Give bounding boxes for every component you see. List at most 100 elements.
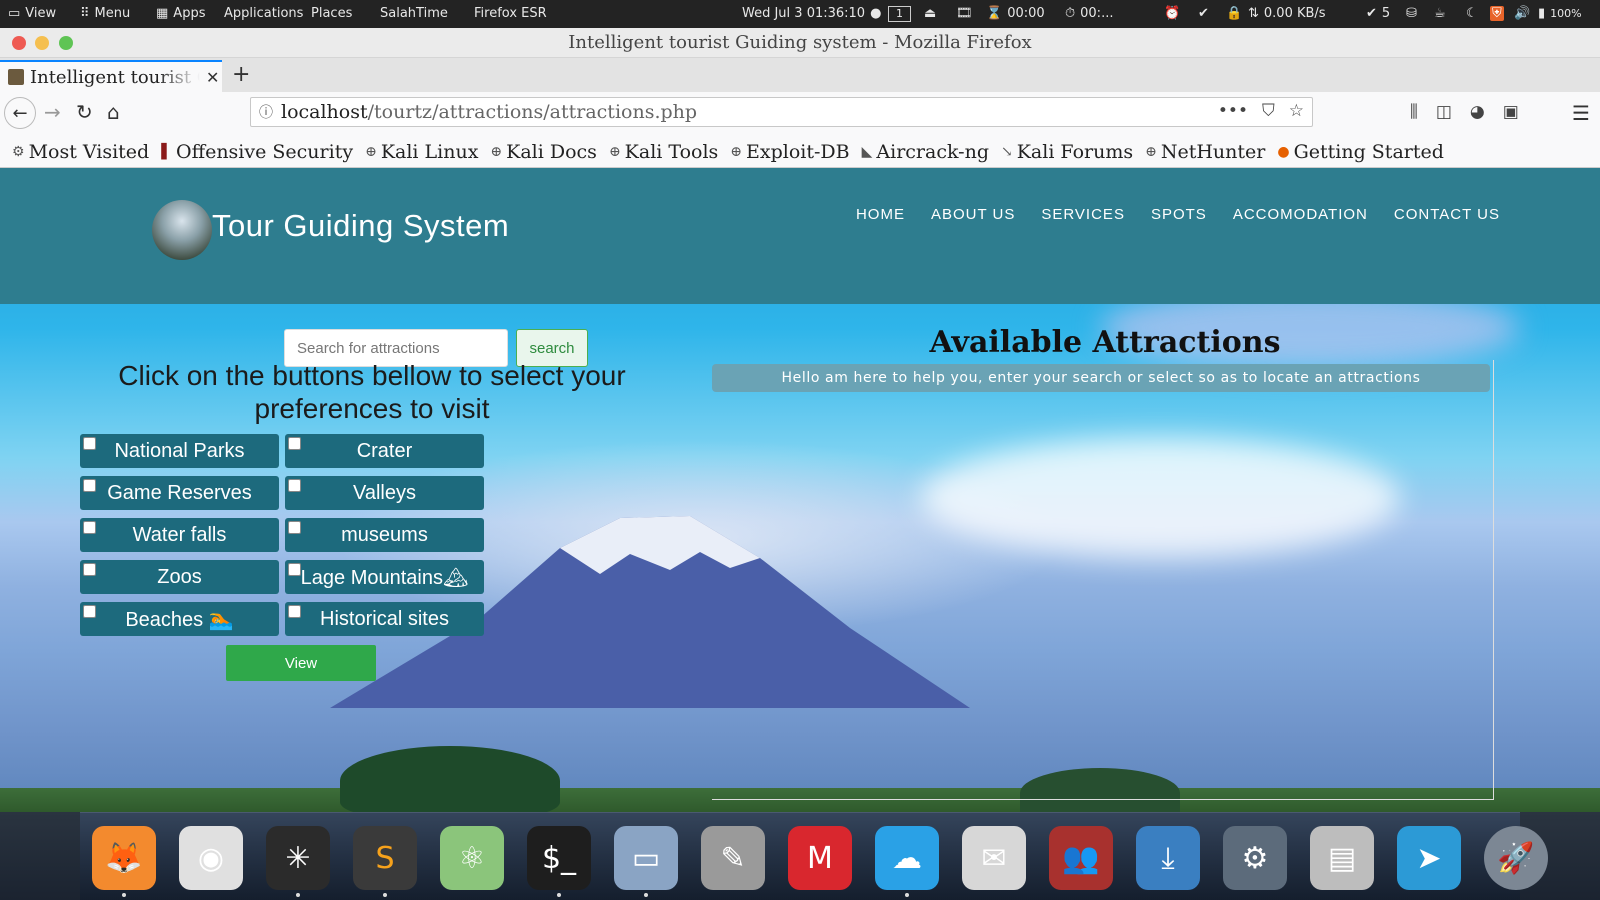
places-menu[interactable]: Places — [311, 6, 352, 21]
updates-indicator[interactable]: ✔ 5 — [1366, 6, 1390, 21]
category-button[interactable]: Crater — [285, 434, 484, 468]
sublime-icon[interactable]: S — [353, 826, 417, 890]
category-checkbox[interactable] — [288, 605, 301, 618]
category-checkbox[interactable] — [83, 437, 96, 450]
forward-button[interactable]: → — [44, 100, 61, 124]
bookmark-item[interactable]: ⊕ Kali Linux — [365, 141, 478, 163]
nav-link-accomodation[interactable]: ACCOMODATION — [1233, 206, 1368, 223]
stopwatch-timer[interactable]: ⏱ 00:... — [1065, 6, 1113, 21]
alarm-icon[interactable]: ⏰ — [1164, 6, 1180, 21]
home-button[interactable]: ⌂ — [107, 100, 120, 124]
url-bar[interactable]: ⓘ localhost/tourtz/attractions/attractio… — [250, 97, 1313, 127]
battery-indicator[interactable]: ▮ 100% — [1538, 6, 1582, 21]
chrome-icon[interactable]: ◉ — [179, 826, 243, 890]
category-button[interactable]: Water falls — [80, 518, 279, 552]
apps-button[interactable]: ▦ Apps — [156, 6, 205, 21]
category-button[interactable]: Lage Mountains🏔 — [285, 560, 484, 594]
category-checkbox[interactable] — [288, 521, 301, 534]
mega-icon[interactable]: M — [788, 826, 852, 890]
view-button[interactable]: View — [226, 645, 376, 681]
launcher-icon[interactable]: 🚀 — [1484, 826, 1548, 890]
bookmark-item[interactable]: ◣ Aircrack-ng — [862, 141, 989, 163]
contacts-icon[interactable]: 👥 — [1049, 826, 1113, 890]
category-button[interactable]: Historical sites — [285, 602, 484, 636]
firefox-taskbar[interactable]: Firefox ESR — [474, 6, 547, 21]
workspace-switcher[interactable]: 1 — [888, 6, 911, 22]
settings-icon[interactable]: ⚙ — [1223, 826, 1287, 890]
page-actions-icon[interactable]: ••• — [1218, 101, 1248, 121]
bookmark-item[interactable]: ▌ Offensive Security — [161, 141, 353, 163]
weather-icon[interactable]: ☁ — [875, 826, 939, 890]
category-checkbox[interactable] — [83, 563, 96, 576]
nav-link-spots[interactable]: SPOTS — [1151, 206, 1207, 223]
usb-icon[interactable]: ⛁ — [1406, 6, 1417, 21]
bookmark-item[interactable]: ⊕ Kali Docs — [490, 141, 597, 163]
category-button[interactable]: Game Reserves — [80, 476, 279, 510]
info-icon[interactable]: ⓘ — [259, 102, 273, 122]
files-icon[interactable]: ▭ — [614, 826, 678, 890]
moon-icon[interactable]: ☾ — [1466, 6, 1478, 21]
nav-link-home[interactable]: HOME — [856, 206, 905, 223]
bookmark-item[interactable]: ⊕ NetHunter — [1145, 141, 1265, 163]
reload-button[interactable]: ↻ — [76, 100, 93, 124]
close-tab-icon[interactable]: ✕ — [206, 68, 219, 87]
screenshot-icon[interactable]: ▣ — [1503, 102, 1519, 122]
menu-button[interactable]: ⠿ Menu — [80, 6, 130, 21]
nav-link-about-us[interactable]: ABOUT US — [931, 206, 1015, 223]
category-button[interactable]: National Parks — [80, 434, 279, 468]
video-icon[interactable]: 🎞 — [956, 6, 973, 21]
mail-icon[interactable]: ✉ — [962, 826, 1026, 890]
firefox-icon[interactable]: 🦊 — [92, 826, 156, 890]
telegram-icon[interactable]: ➤ — [1397, 826, 1461, 890]
category-button[interactable]: Zoos — [80, 560, 279, 594]
bookmark-item[interactable]: ● Getting Started — [1277, 141, 1444, 163]
category-checkbox[interactable] — [288, 563, 301, 576]
bookmark-item[interactable]: ⊕ Exploit-DB — [730, 141, 849, 163]
bookmark-item[interactable]: ⊕ Kali Tools — [609, 141, 718, 163]
maltego-icon[interactable]: ✳ — [266, 826, 330, 890]
terminal-icon[interactable]: $_ — [527, 826, 591, 890]
category-checkbox[interactable] — [83, 521, 96, 534]
site-title[interactable]: Tour Guiding System — [212, 208, 509, 244]
category-button[interactable]: Valleys — [285, 476, 484, 510]
library-icon[interactable]: ⫼ — [1410, 102, 1418, 122]
category-checkbox[interactable] — [288, 437, 301, 450]
hourglass-timer[interactable]: ⌛ 00:00 — [986, 6, 1045, 21]
extension-icon[interactable]: ◕ — [1470, 102, 1485, 122]
category-label: Lage Mountains🏔 — [300, 566, 469, 589]
category-button[interactable]: Beaches 🏊 — [80, 602, 279, 636]
salah-time[interactable]: SalahTime — [380, 6, 448, 21]
volume-icon[interactable]: 🔊 — [1514, 6, 1530, 21]
radio-icon[interactable]: ▤ — [1310, 826, 1374, 890]
back-button[interactable]: ← — [4, 97, 36, 129]
lock-icon[interactable]: 🔒 — [1226, 6, 1242, 21]
category-checkbox[interactable] — [83, 605, 96, 618]
site-logo[interactable] — [152, 200, 212, 260]
eject-icon[interactable]: ⏏ — [924, 6, 936, 21]
pocket-icon[interactable]: ⛉ — [1262, 101, 1275, 121]
cup-icon[interactable]: ☕ — [1434, 6, 1446, 21]
network-speed[interactable]: ⇅ 0.00 KB/s — [1248, 6, 1326, 21]
category-checkbox[interactable] — [288, 479, 301, 492]
category-button[interactable]: museums — [285, 518, 484, 552]
bookmark-item[interactable]: ⚙ Most Visited — [12, 141, 149, 163]
window-titlebar[interactable]: Intelligent tourist Guiding system - Moz… — [0, 28, 1600, 58]
new-tab-button[interactable]: + — [232, 62, 250, 87]
category-label: Crater — [356, 439, 413, 462]
clock[interactable]: Wed Jul 3 01:36:10 ● — [742, 6, 881, 21]
sidebar-icon[interactable]: ◫ — [1436, 102, 1452, 122]
bookmark-star-icon[interactable]: ☆ — [1289, 101, 1304, 121]
view-menu[interactable]: ▭ View — [8, 6, 56, 21]
tab-active[interactable]: Intelligent tourist Guiding system ✕ — [0, 60, 222, 92]
check-icon[interactable]: ✔ — [1198, 6, 1209, 21]
bookmark-item[interactable]: ↘ Kali Forums — [1001, 141, 1133, 163]
category-checkbox[interactable] — [83, 479, 96, 492]
nav-link-services[interactable]: SERVICES — [1041, 206, 1125, 223]
nav-link-contact-us[interactable]: CONTACT US — [1394, 206, 1500, 223]
gimp-icon[interactable]: ✎ — [701, 826, 765, 890]
download-icon[interactable]: ⤓ — [1136, 826, 1200, 890]
atom-icon[interactable]: ⚛ — [440, 826, 504, 890]
antivirus-icon[interactable]: ⛨ — [1490, 6, 1504, 21]
applications-menu[interactable]: Applications — [224, 6, 303, 21]
hamburger-menu-icon[interactable]: ☰ — [1572, 101, 1590, 125]
